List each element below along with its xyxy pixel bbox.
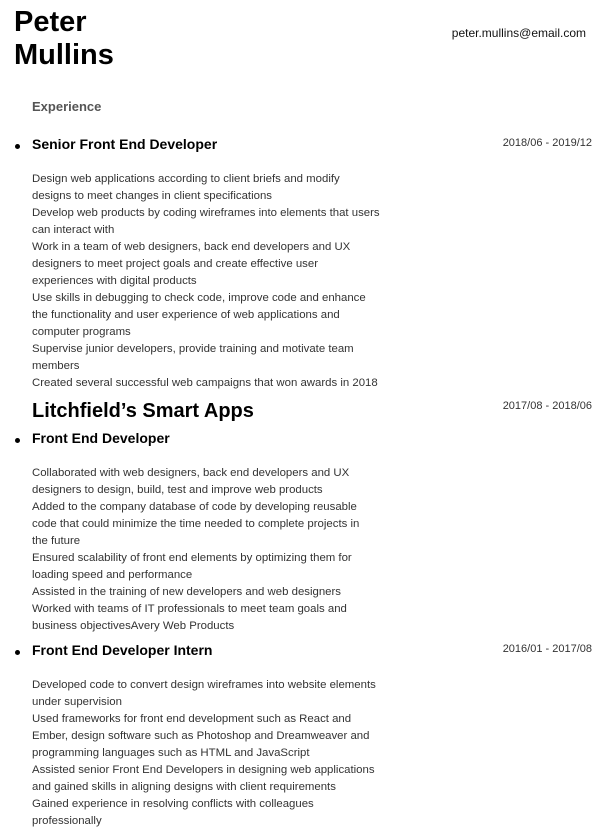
description-line: Ember, design software such as Photoshop… xyxy=(32,730,370,742)
description-line: Used frameworks for front end developmen… xyxy=(32,713,352,725)
description-line: Created several successful web campaigns… xyxy=(32,377,378,389)
job-title: Front End Developer xyxy=(32,430,170,446)
description-line: Use skills in debugging to check code, i… xyxy=(32,292,366,304)
description-line: programming languages such as HTML and J… xyxy=(32,747,310,759)
description-line: under supervision xyxy=(32,696,122,708)
description-line: members xyxy=(32,360,80,372)
description-line: and gained skills in aligning designs wi… xyxy=(32,781,336,793)
last-name: Mullins xyxy=(14,39,114,71)
description-line: can interact with xyxy=(32,224,115,236)
description-line: computer programs xyxy=(32,326,131,338)
job-title: Front End Developer Intern xyxy=(32,642,213,658)
description-line: business objectivesAvery Web Products xyxy=(32,620,235,632)
description-line: code that could minimize the time needed… xyxy=(32,518,360,530)
company-name: Litchfield’s Smart Apps xyxy=(32,400,254,422)
description-line: Supervise junior developers, provide tra… xyxy=(32,343,354,355)
description-line: Work in a team of web designers, back en… xyxy=(32,241,351,253)
description-line: Develop web products by coding wireframe… xyxy=(32,207,380,219)
job-title: Senior Front End Developer xyxy=(32,136,218,152)
description-line: Ensured scalability of front end element… xyxy=(32,552,352,564)
description-line: Developed code to convert design wirefra… xyxy=(32,679,376,691)
description-line: designers to design, build, test and imp… xyxy=(32,484,323,496)
job-description: Developed code to convert design wirefra… xyxy=(32,677,437,830)
description-line: designs to meet changes in client specif… xyxy=(32,190,272,202)
description-line: Added to the company database of code by… xyxy=(32,501,357,513)
job-description: Collaborated with web designers, back en… xyxy=(32,465,437,635)
first-name: Peter xyxy=(14,6,87,38)
description-line: experiences with digital products xyxy=(32,275,197,287)
description-line: the future xyxy=(32,535,81,547)
candidate-name: Peter Mullins xyxy=(14,6,114,72)
job-dates: 2017/08 - 2018/06 xyxy=(502,400,592,412)
description-line: designers to meet project goals and crea… xyxy=(32,258,318,270)
job-dates: 2016/01 - 2017/08 xyxy=(502,643,592,655)
email-address: peter.mullins@email.com xyxy=(451,26,586,40)
job-bullet xyxy=(15,650,20,655)
job-description: Design web applications according to cli… xyxy=(32,171,437,392)
experience-section-title: Experience xyxy=(32,99,102,114)
description-line: Design web applications according to cli… xyxy=(32,173,340,185)
description-line: loading speed and performance xyxy=(32,569,193,581)
job-bullet xyxy=(15,438,20,443)
description-line: Gained experience in resolving conflicts… xyxy=(32,798,314,810)
description-line: Assisted senior Front End Developers in … xyxy=(32,764,375,776)
description-line: Collaborated with web designers, back en… xyxy=(32,467,350,479)
description-line: Worked with teams of IT professionals to… xyxy=(32,603,347,615)
job-dates: 2018/06 - 2019/12 xyxy=(502,137,592,149)
description-line: the functionality and user experience of… xyxy=(32,309,340,321)
job-bullet xyxy=(15,144,20,149)
description-line: professionally xyxy=(32,815,102,827)
description-line: Assisted in the training of new develope… xyxy=(32,586,341,598)
